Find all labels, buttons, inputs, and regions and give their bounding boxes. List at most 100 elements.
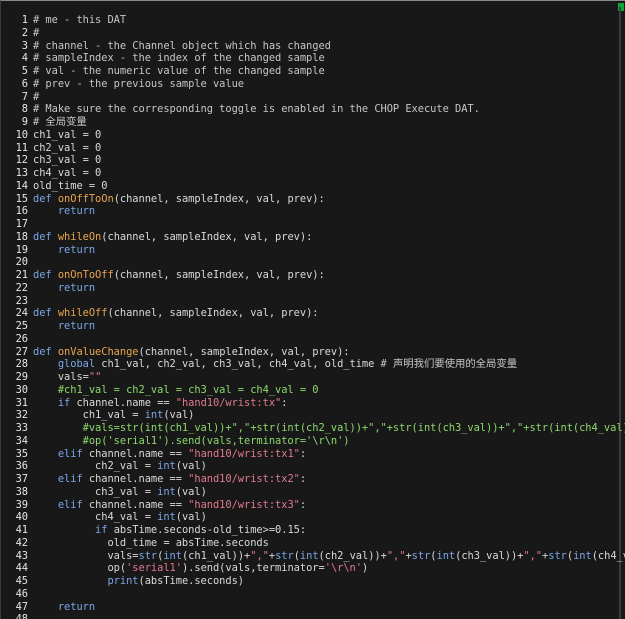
code-line[interactable]: 41 if absTime.seconds-old_time>=0.15: xyxy=(1,524,625,537)
code-line[interactable]: 6 # prev - the previous sample value xyxy=(1,78,625,91)
code-line[interactable]: 48 xyxy=(1,613,625,619)
code-line[interactable]: 42 old_time = absTime.seconds xyxy=(1,537,625,550)
code-line[interactable]: 8 # Make sure the corresponding toggle is… xyxy=(1,103,625,116)
code-token: '\r\n' xyxy=(324,562,362,575)
code-token: # 声明我们要使用的全局变量 xyxy=(380,358,518,371)
code-line[interactable]: 30 #ch1_val = ch2_val = ch3_val = ch4_va… xyxy=(1,384,625,397)
code-token: channel.name == xyxy=(88,447,189,460)
code-token: absTime.seconds-old_time>=0.15: xyxy=(113,524,307,536)
code-line[interactable]: 22 return xyxy=(1,282,625,295)
code-line[interactable]: 10 ch1_val = 0 xyxy=(1,129,625,142)
code-line[interactable]: 9 # 全局变量 xyxy=(1,116,625,129)
code-line[interactable]: 21 def onOnToOff(channel, sampleIndex, va… xyxy=(1,269,625,282)
code-text: #ch1_val = ch2_val = ch3_val = ch4_val =… xyxy=(33,383,319,397)
code-line[interactable]: 5 # val - the numeric value of the change… xyxy=(1,65,625,78)
code-token: (ch2_val))+ xyxy=(318,549,387,562)
code-line[interactable]: 44 op('serial1').send(vals,terminator='\… xyxy=(1,562,625,575)
code-line[interactable]: 4 # sampleIndex - the index of the change… xyxy=(1,52,625,65)
code-token: : xyxy=(299,447,307,460)
code-line[interactable]: 29 vals="" xyxy=(1,371,625,384)
code-token: def xyxy=(33,230,58,243)
line-number: 37 xyxy=(15,473,28,485)
code-line[interactable]: 45 print(absTime.seconds) xyxy=(1,575,625,588)
code-line[interactable]: 46 xyxy=(1,588,625,601)
code-line[interactable]: 31 if channel.name == "hand10/wrist:tx": xyxy=(1,397,625,410)
code-token: #op('serial1').send(vals,terminator='\r\… xyxy=(33,434,350,447)
line-number: 23 xyxy=(15,294,28,307)
code-line[interactable]: 11 ch2_val = 0 xyxy=(1,142,625,155)
code-line[interactable]: 33 #vals=str(int(ch1_val))+","+str(int(c… xyxy=(1,422,625,435)
code-token: if xyxy=(33,524,114,536)
code-token: # val - the numeric value of the changed… xyxy=(33,65,325,77)
code-line[interactable]: 14 old_time = 0 xyxy=(1,180,625,193)
code-line[interactable]: 35 elif channel.name == "hand10/wrist:tx… xyxy=(1,448,625,461)
line-number: 12 xyxy=(15,154,28,167)
code-line[interactable]: 20 xyxy=(1,256,625,269)
line-number: 46 xyxy=(15,587,28,600)
code-text: if absTime.seconds-old_time>=0.15: xyxy=(33,524,306,537)
code-token: (val) xyxy=(175,511,207,524)
code-line[interactable]: 2 # xyxy=(1,27,625,40)
code-line[interactable]: 24 def whileOff(channel, sampleIndex, val… xyxy=(1,307,625,320)
code-token: "hand10/wrist:tx3" xyxy=(188,498,300,511)
line-number: 17 xyxy=(15,218,28,230)
code-line[interactable]: 13 ch4_val = 0 xyxy=(1,167,625,180)
line-number: 27 xyxy=(15,345,28,358)
code-token: str xyxy=(548,549,567,562)
code-line[interactable]: 12 ch3_val = 0 xyxy=(1,154,625,167)
code-token: channel.name == xyxy=(88,473,189,485)
code-token: "" xyxy=(88,371,102,383)
line-number: 13 xyxy=(15,167,28,179)
code-line[interactable]: 34 #op('serial1').send(vals,terminator='… xyxy=(1,435,625,448)
line-number: 41 xyxy=(15,524,28,536)
code-line[interactable]: 36 ch2_val = int(val) xyxy=(1,460,625,473)
code-text: ch3_val = 0 xyxy=(33,154,101,167)
code-line[interactable]: 1 # me - this DAT xyxy=(1,14,625,27)
code-token: "," xyxy=(386,549,406,562)
code-text: #op('serial1').send(vals,terminator='\r\… xyxy=(33,435,350,448)
code-text: if channel.name == "hand10/wrist:tx": xyxy=(33,396,288,410)
code-line[interactable]: 39 elif channel.name == "hand10/wrist:tx… xyxy=(1,499,625,512)
code-text: vals="" xyxy=(33,371,102,384)
code-text: elif channel.name == "hand10/wrist:tx2": xyxy=(33,473,306,486)
code-token: # sampleIndex - the index of the changed… xyxy=(33,52,325,65)
line-number: 28 xyxy=(15,358,28,371)
code-text: elif channel.name == "hand10/wrist:tx1": xyxy=(33,448,306,461)
line-number: 33 xyxy=(15,422,28,434)
code-line[interactable]: 27 def onValueChange(channel, sampleIndex… xyxy=(1,346,625,359)
code-line[interactable]: 16 return xyxy=(1,205,625,218)
code-token: #ch1_val = ch2_val = ch3_val = ch4_val =… xyxy=(33,383,319,396)
code-token: ch1_val, ch2_val, ch3_val, ch4_val, old_… xyxy=(101,358,381,371)
code-line[interactable]: 7 # xyxy=(1,91,625,104)
code-token: # channel - the Channel object which has… xyxy=(33,39,331,52)
code-token: # 全局变量 xyxy=(33,116,87,128)
code-token: : xyxy=(281,396,288,409)
code-line[interactable]: 3 # channel - the Channel object which ha… xyxy=(1,40,625,53)
code-line[interactable]: 28 global ch1_val, ch2_val, ch3_val, ch4… xyxy=(1,358,625,371)
code-line[interactable]: 26 xyxy=(1,333,625,346)
code-editor[interactable]: 1 # me - this DAT 2 #3 # channel - the Chann… xyxy=(1,14,625,619)
code-text: def onOffToOn(channel, sampleIndex, val,… xyxy=(33,193,325,206)
code-token: whileOff xyxy=(57,307,108,320)
code-text: # 全局变量 xyxy=(33,116,87,129)
code-line[interactable]: 15 def onOffToOn(channel, sampleIndex, va… xyxy=(1,193,625,206)
code-text: return xyxy=(33,320,95,333)
code-line[interactable]: 38 ch3_val = int(val) xyxy=(1,486,625,499)
code-line[interactable]: 37 elif channel.name == "hand10/wrist:tx… xyxy=(1,473,625,486)
line-number: 8 xyxy=(21,103,28,116)
line-number: 26 xyxy=(15,332,28,345)
code-line[interactable]: 47 return xyxy=(1,601,625,614)
code-token: ch4_val = 0 xyxy=(33,167,102,179)
code-line[interactable]: 32 ch1_val = int(val) xyxy=(1,409,625,422)
code-token: channel.name == xyxy=(88,498,189,511)
code-line[interactable]: 25 return xyxy=(1,320,625,333)
code-line[interactable]: 18 def whileOn(channel, sampleIndex, val,… xyxy=(1,231,625,244)
code-text: return xyxy=(33,244,95,257)
code-line[interactable]: 23 xyxy=(1,295,625,308)
code-text: ch4_val = 0 xyxy=(33,167,101,180)
code-line[interactable]: 40 ch4_val = int(val) xyxy=(1,511,625,524)
code-line[interactable]: 19 return xyxy=(1,244,625,257)
line-number: 42 xyxy=(15,536,28,549)
code-line[interactable]: 17 xyxy=(1,218,625,231)
code-line[interactable]: 43 vals=str(int(ch1_val))+","+str(int(ch… xyxy=(1,550,625,563)
